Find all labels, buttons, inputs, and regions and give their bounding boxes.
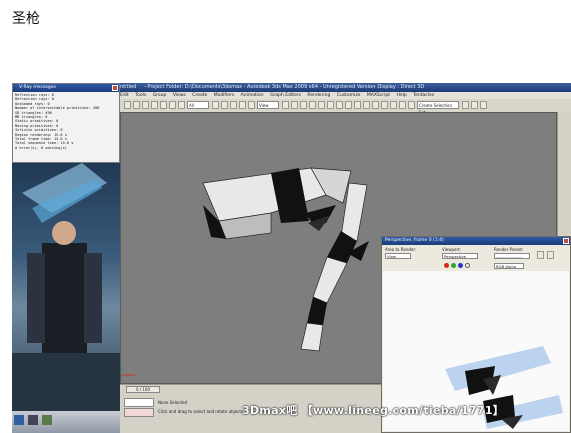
vray-window-title: V-Ray messages [19, 85, 56, 90]
vray-log: Reflection rays: 0 Refraction rays: 0 Un… [13, 92, 119, 151]
app-screenshot: ntitled - Project Folder: D:\Documents\3… [12, 83, 571, 433]
menu-item-tools[interactable]: Tools [135, 93, 146, 98]
menu-item-group[interactable]: Group [153, 93, 167, 98]
select-region-button[interactable] [212, 101, 219, 109]
display-channel-select[interactable]: RGB Alpha [494, 263, 524, 269]
maxscript-listener-input[interactable] [124, 398, 154, 407]
desktop-wallpaper [12, 153, 120, 411]
material-editor-button[interactable] [399, 101, 406, 109]
spinner-snap-button[interactable] [336, 101, 343, 109]
blue-channel-icon[interactable] [458, 263, 463, 268]
select-object-button[interactable] [169, 101, 176, 109]
title-right: - Display : Direct 3D [374, 84, 425, 90]
move-button[interactable] [230, 101, 237, 109]
selection-filter-select[interactable]: All [187, 101, 209, 109]
rotate-button[interactable] [239, 101, 246, 109]
close-icon[interactable] [563, 238, 569, 244]
watermark: 3Dmax吧 【www.lineeg.com/tieba/1771】 [242, 404, 505, 417]
manipulate-button[interactable] [291, 101, 298, 109]
frame-buffer-titlebar: Perspective, frame 0 (1:4) [382, 237, 570, 245]
curve-editor-button[interactable] [381, 101, 388, 109]
align-button[interactable] [363, 101, 370, 109]
reference-coordinate-select[interactable]: View [257, 101, 279, 109]
maxscript-output [124, 408, 154, 417]
undo-button[interactable] [124, 101, 131, 109]
area-to-render-label: Area to Render: [385, 247, 417, 252]
percent-snap-button[interactable] [327, 101, 334, 109]
layer-manager-button[interactable] [372, 101, 379, 109]
viewport-select[interactable]: Perspective [442, 253, 478, 259]
render-blade-1 [445, 346, 551, 391]
frame-buffer-title: Perspective, frame 0 (1:4) [385, 238, 444, 243]
log-line: 0 error(s), 0 warning(s) [15, 145, 67, 150]
bind-space-warp-button[interactable] [160, 101, 167, 109]
schematic-view-button[interactable] [390, 101, 397, 109]
render-setup-button[interactable] [408, 101, 415, 109]
edit-named-selection-button[interactable] [345, 101, 352, 109]
render-frame-window-button[interactable] [462, 101, 469, 109]
menu-item-modifiers[interactable]: Modifiers [214, 93, 235, 98]
render-iterative-button[interactable] [480, 101, 487, 109]
render-button[interactable] [537, 251, 544, 259]
model-part-light [300, 322, 324, 352]
menu-item-rendering[interactable]: Rendering [307, 93, 330, 98]
save-image-icon[interactable] [547, 251, 554, 259]
pivot-center-button[interactable] [282, 101, 289, 109]
model-part-light [312, 256, 348, 304]
snap-toggle-button[interactable] [309, 101, 316, 109]
green-channel-icon[interactable] [451, 263, 456, 268]
render-preset-select[interactable]: ------------------- [494, 253, 530, 259]
named-selection-set-select[interactable]: Create Selection Set [417, 101, 459, 115]
mirror-button[interactable] [354, 101, 361, 109]
menu-item-customize[interactable]: Customize [337, 93, 361, 98]
time-slider[interactable]: 0 / 100 [126, 386, 160, 393]
menu-item-help[interactable]: Help [396, 93, 406, 98]
title-left: ntitled [120, 84, 137, 90]
taskbar-icons [14, 415, 52, 425]
area-to-render-select[interactable]: View [385, 253, 411, 259]
unlink-button[interactable] [151, 101, 158, 109]
selection-status: None Selected [158, 400, 188, 405]
vray-messages-window[interactable]: V-Ray messages Reflection rays: 0 Refrac… [12, 83, 120, 163]
quick-render-button[interactable] [471, 101, 478, 109]
select-by-name-button[interactable] [178, 101, 185, 109]
angle-snap-button[interactable] [318, 101, 325, 109]
menu-item-edit[interactable]: Edit [120, 93, 129, 98]
taskbar [12, 411, 120, 433]
red-channel-icon[interactable] [444, 263, 449, 268]
menu-item-views[interactable]: Views [173, 93, 186, 98]
close-icon[interactable] [112, 85, 118, 91]
menu-bar: Edit Tools Group Views Create Modifiers … [120, 92, 571, 99]
keyboard-shortcut-button[interactable] [300, 101, 307, 109]
title-main: - Project Folder: D:\Documents\3dsmax - … [144, 84, 376, 90]
main-toolbar: All View Create Selection Set [120, 99, 571, 115]
window-crossing-button[interactable] [221, 101, 228, 109]
menu-item-create[interactable]: Create [192, 93, 207, 98]
scale-button[interactable] [248, 101, 255, 109]
page-caption: 圣枪 [12, 11, 40, 27]
menu-item-graph-editors[interactable]: Graph Editors [270, 93, 301, 98]
menu-item-animation[interactable]: Animation [241, 93, 264, 98]
vray-window-titlebar: V-Ray messages [13, 84, 119, 92]
menu-item-maxscript[interactable]: MAXScript [367, 93, 390, 98]
render-preset-label: Render Preset: [494, 247, 524, 252]
menu-item-tentacles[interactable]: Tentacles [413, 93, 434, 98]
prompt-line: Click and drag to select and rotate obje… [158, 409, 244, 414]
viewport-label: Viewport: [442, 247, 462, 252]
redo-button[interactable] [133, 101, 140, 109]
link-button[interactable] [142, 101, 149, 109]
wallpaper-art [12, 163, 120, 411]
alpha-channel-icon[interactable] [465, 263, 470, 268]
